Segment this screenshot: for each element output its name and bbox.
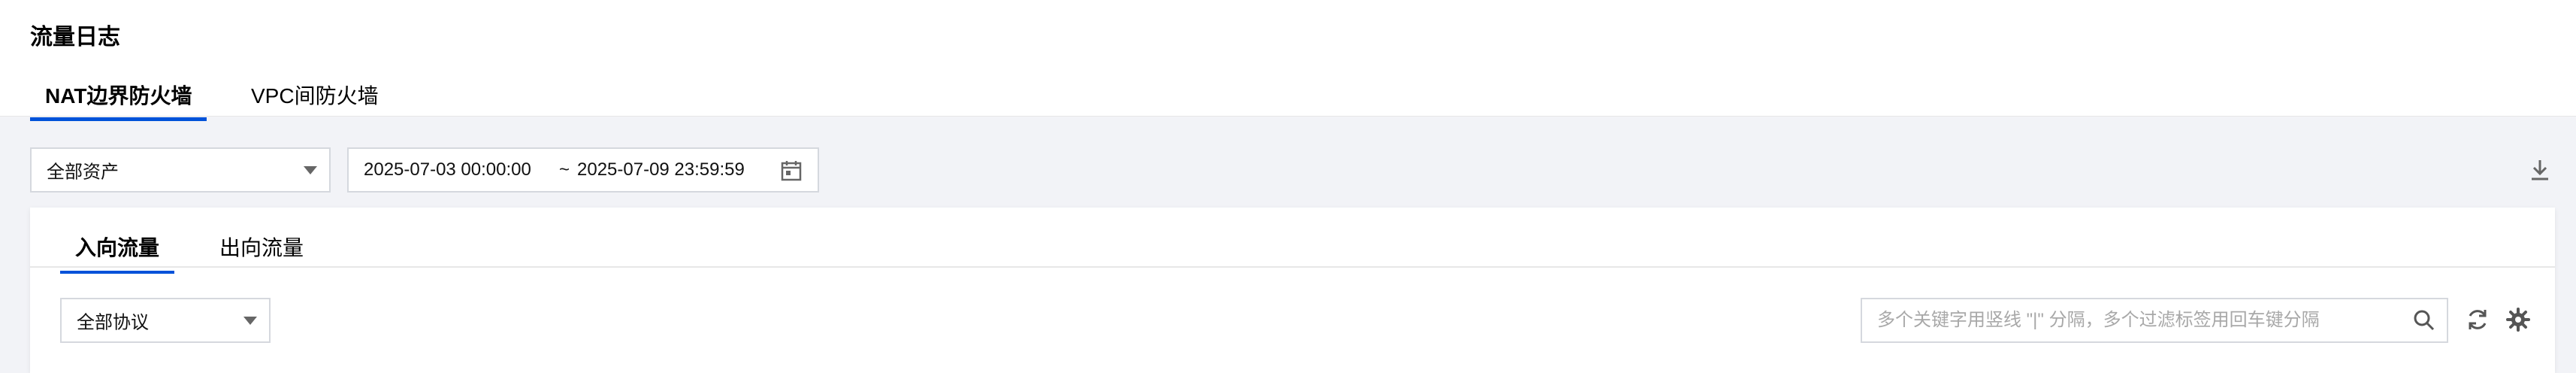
date-range-picker[interactable]: 2025-07-03 00:00:00 ~ 2025-07-09 23:59:5… [347,147,819,193]
protocol-select[interactable]: 全部协议 [60,298,271,343]
divider [30,266,2555,268]
chevron-down-icon [304,166,317,174]
date-start: 2025-07-03 00:00:00 [364,159,531,180]
tab-nat-firewall[interactable]: NAT边界防火墙 [29,80,207,121]
date-end: 2025-07-09 23:59:59 [577,159,745,180]
asset-select-value: 全部资产 [47,162,119,183]
protocol-select-value: 全部协议 [77,312,149,333]
tab-inbound-traffic[interactable]: 入向流量 [59,232,175,274]
chevron-down-icon [243,317,257,325]
download-icon[interactable] [2529,158,2550,182]
search-input[interactable] [1862,299,2403,341]
refresh-icon[interactable] [2465,307,2490,332]
calendar-icon[interactable] [780,159,803,182]
tab-vpc-firewall[interactable]: VPC间防火墙 [251,80,379,110]
asset-select[interactable]: 全部资产 [30,147,331,193]
divider [0,116,2576,117]
search-box [1861,298,2448,343]
gear-icon[interactable] [2505,307,2531,332]
tab-outbound-traffic[interactable]: 出向流量 [219,232,304,262]
search-icon[interactable] [2412,308,2436,332]
date-separator: ~ [559,159,570,180]
page-title: 流量日志 [30,25,120,50]
page-header: 流量日志 NAT边界防火墙 VPC间防火墙 [0,0,2576,121]
traffic-panel: 入向流量 出向流量 全部协议 [30,208,2555,373]
